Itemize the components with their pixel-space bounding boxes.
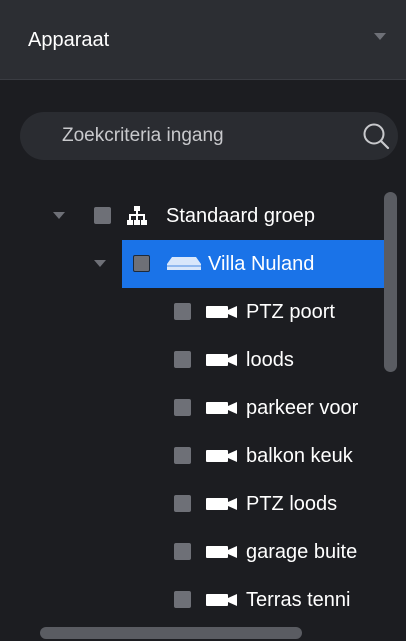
camera-icon: [206, 306, 237, 318]
tree-node-channel[interactable]: PTZ poort: [0, 288, 406, 336]
tree-node-label: parkeer voor: [246, 397, 359, 419]
vertical-scrollbar-thumb[interactable]: [384, 192, 397, 372]
search-input[interactable]: Zoekcriteria ingang: [62, 123, 224, 149]
search-icon[interactable]: [360, 120, 392, 152]
group-checkbox[interactable]: [94, 207, 111, 224]
camera-icon: [206, 546, 237, 558]
search-box[interactable]: Zoekcriteria ingang: [20, 112, 398, 160]
tree-node-label: Standaard groep: [166, 205, 316, 227]
camera-icon: [206, 354, 237, 366]
tree-node-group[interactable]: Standaard groep: [0, 192, 406, 240]
channel-checkbox[interactable]: [174, 351, 191, 368]
panel-header[interactable]: Apparaat: [0, 0, 406, 80]
tree-node-label: Terras tenni: [246, 589, 351, 611]
tree-node-label: garage buite: [246, 541, 358, 563]
tree-node-label: loods: [246, 349, 294, 371]
expand-arrow-icon[interactable]: [53, 212, 65, 219]
expand-arrow-icon[interactable]: [94, 260, 106, 267]
camera-icon: [206, 402, 237, 414]
panel-title: Apparaat: [28, 29, 110, 51]
collapse-caret-icon[interactable]: [374, 33, 386, 40]
channel-checkbox[interactable]: [174, 591, 191, 608]
tree-node-label: balkon keuk: [246, 445, 353, 467]
tree-node-label: PTZ poort: [246, 301, 335, 323]
tree-node-channel[interactable]: parkeer voor: [0, 384, 406, 432]
tree-node-channel[interactable]: garage buite: [0, 528, 406, 576]
device-checkbox[interactable]: [133, 255, 150, 272]
channel-checkbox[interactable]: [174, 543, 191, 560]
org-tree-icon: [127, 206, 147, 225]
tree-node-channel[interactable]: loods: [0, 336, 406, 384]
camera-icon: [206, 594, 237, 606]
device-tree: Standaard groep Villa Nuland PTZ poort l…: [0, 192, 406, 624]
camera-icon: [206, 498, 237, 510]
tree-node-channel[interactable]: balkon keuk: [0, 432, 406, 480]
camera-icon: [206, 450, 237, 462]
horizontal-scrollbar-thumb[interactable]: [40, 627, 302, 639]
tree-node-channel[interactable]: PTZ loods: [0, 480, 406, 528]
nvr-device-icon: [167, 257, 201, 270]
tree-node-label: Villa Nuland: [208, 253, 315, 275]
channel-checkbox[interactable]: [174, 495, 191, 512]
channel-checkbox[interactable]: [174, 399, 191, 416]
tree-node-device[interactable]: Villa Nuland: [0, 240, 406, 288]
channel-checkbox[interactable]: [174, 447, 191, 464]
channel-checkbox[interactable]: [174, 303, 191, 320]
tree-node-channel[interactable]: Terras tenni: [0, 576, 406, 624]
tree-node-label: PTZ loods: [246, 493, 338, 515]
